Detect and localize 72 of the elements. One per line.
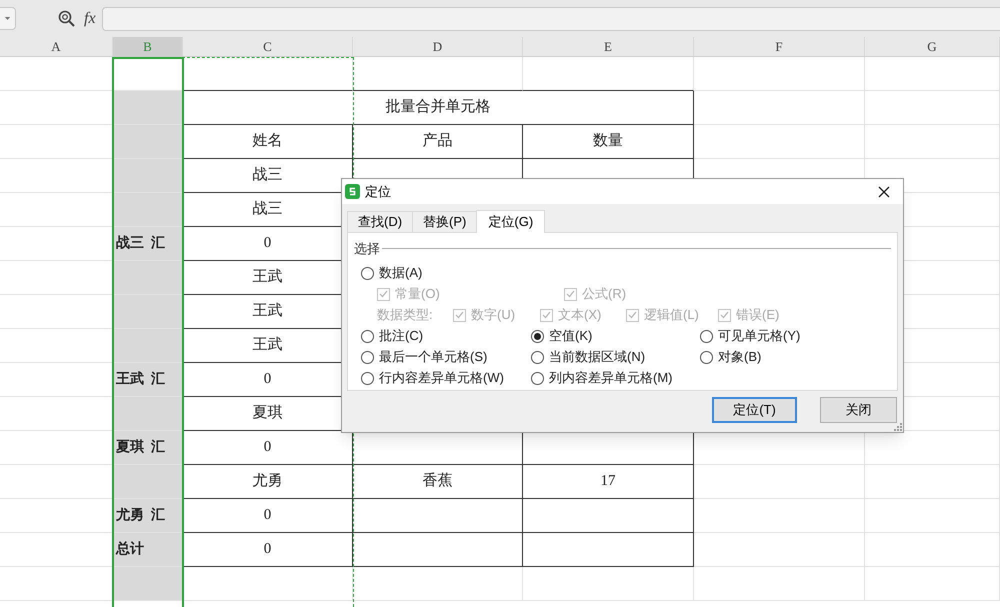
grid-cell[interactable] <box>113 91 183 125</box>
grid-cell[interactable]: 数量 <box>523 125 694 159</box>
grid-cell[interactable] <box>113 159 183 193</box>
grid-cell[interactable]: 尤勇 汇 <box>113 499 183 533</box>
grid-cell[interactable] <box>113 329 183 363</box>
radio-button[interactable] <box>531 330 544 342</box>
tab[interactable]: 替换(P) <box>412 211 478 232</box>
option-label: 批注(C) <box>379 327 424 346</box>
option-label: 数字(U) <box>471 306 516 324</box>
app-icon <box>345 184 360 199</box>
grid-cell[interactable] <box>113 193 183 227</box>
option-label: 空值(K) <box>549 327 592 346</box>
grid-cell[interactable]: 0 <box>183 499 353 533</box>
column-header[interactable]: D <box>353 37 523 56</box>
resize-grip-icon[interactable] <box>894 423 902 431</box>
option-label: 数据(A) <box>379 264 422 282</box>
grid-cell[interactable]: 夏琪 汇 <box>113 431 183 465</box>
option-label: 对象(B) <box>718 348 762 366</box>
zoom-icon[interactable] <box>58 10 75 27</box>
option-label: 逻辑值(L) <box>644 306 699 324</box>
option-label: 常量(O) <box>395 285 440 304</box>
grid-cell[interactable]: 总计 <box>113 533 183 567</box>
option-label: 可见单元格(Y) <box>718 327 800 346</box>
grid-cell[interactable] <box>353 533 523 567</box>
group-label: 选择 <box>354 240 380 258</box>
grid-cell[interactable] <box>113 125 183 159</box>
tab[interactable]: 查找(D) <box>347 211 414 232</box>
radio-button[interactable] <box>361 350 374 364</box>
option-label: 列内容差异单元格(M) <box>549 369 672 388</box>
field-label: 数据类型: <box>377 306 433 324</box>
option-label: 文本(X) <box>558 306 602 324</box>
grid-cell[interactable] <box>353 499 523 533</box>
dialog-button[interactable]: 关闭 <box>820 397 897 423</box>
radio-button[interactable] <box>361 266 374 280</box>
grid-cell[interactable]: 0 <box>183 533 353 567</box>
radio-button[interactable] <box>361 372 374 384</box>
radio-button[interactable] <box>361 330 374 342</box>
grid-cell[interactable]: 产品 <box>353 125 523 159</box>
caret-icon <box>5 17 10 20</box>
column-header[interactable]: G <box>865 37 1000 56</box>
grid-cell[interactable]: 17 <box>523 465 694 499</box>
grid-cell[interactable]: 王武 汇 <box>113 363 183 397</box>
dialog-button[interactable]: 定位(T) <box>712 397 797 423</box>
option-label: 错误(E) <box>736 306 780 324</box>
grid-cell[interactable]: 尤勇 <box>183 465 353 499</box>
column-header[interactable]: E <box>523 37 694 56</box>
option-label: 公式(R) <box>582 285 626 304</box>
radio-button[interactable] <box>531 372 544 384</box>
dialog-title: 定位 <box>365 182 391 201</box>
table-title-cell[interactable]: 批量合并单元格 <box>183 91 694 125</box>
grid-cell[interactable] <box>113 397 183 431</box>
function-label[interactable]: fx <box>84 6 96 30</box>
option-label: 最后一个单元格(S) <box>379 348 488 366</box>
option-label: 行内容差异单元格(W) <box>379 369 504 388</box>
grid-cell[interactable]: 姓名 <box>183 125 353 159</box>
column-header[interactable]: C <box>183 37 353 56</box>
grid-cell[interactable]: 战三 汇 <box>113 227 183 261</box>
grid-cell[interactable] <box>113 261 183 295</box>
grid-cell[interactable] <box>523 533 694 567</box>
name-box[interactable] <box>0 7 16 30</box>
close-icon[interactable] <box>878 186 890 198</box>
grid-cell[interactable]: 香蕉 <box>353 465 523 499</box>
grid-cell[interactable] <box>523 499 694 533</box>
formula-field[interactable] <box>102 6 1000 30</box>
option-label: 当前数据区域(N) <box>549 348 646 366</box>
radio-button[interactable] <box>700 350 713 364</box>
column-header[interactable]: F <box>694 37 865 56</box>
tab[interactable]: 定位(G) <box>476 210 546 233</box>
radio-button[interactable] <box>531 350 544 364</box>
radio-button[interactable] <box>700 330 713 342</box>
grid-cell[interactable] <box>113 465 183 499</box>
grid-cell[interactable] <box>113 295 183 329</box>
